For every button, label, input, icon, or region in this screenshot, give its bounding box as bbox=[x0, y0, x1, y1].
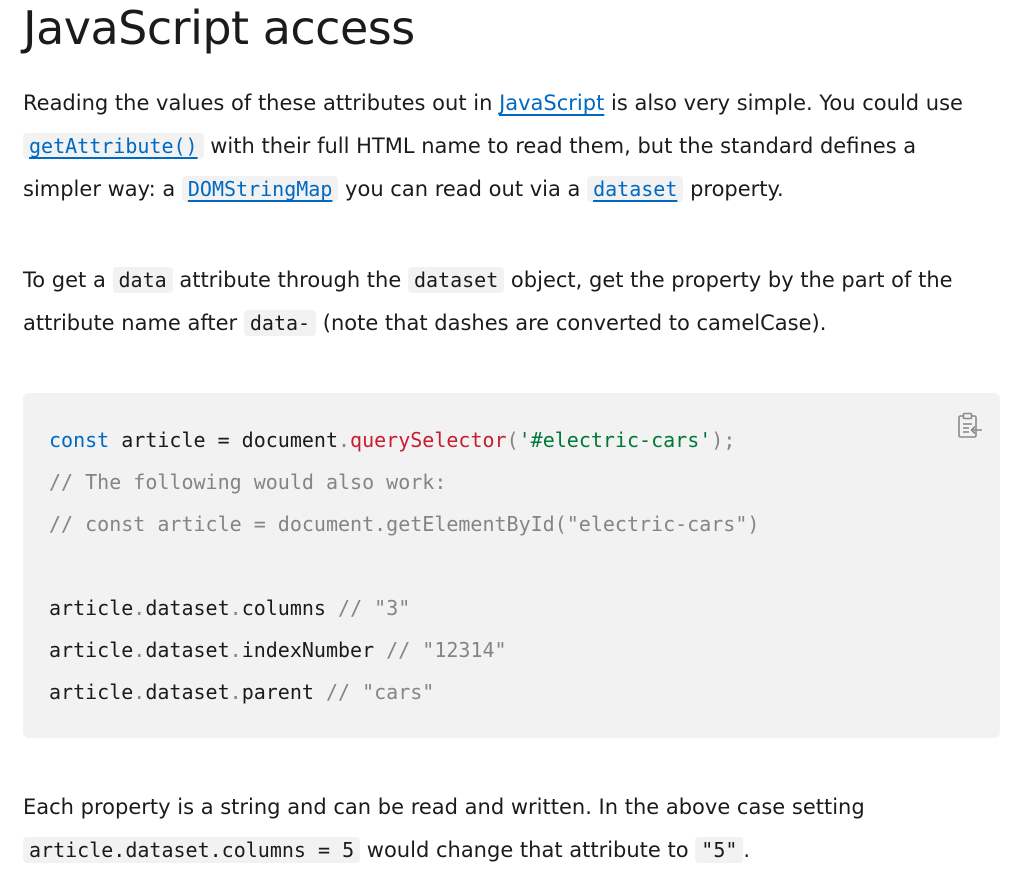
clipboard-copy-icon bbox=[958, 412, 982, 438]
dataset-link[interactable]: dataset bbox=[587, 176, 684, 202]
code-line-2: // The following would also work: bbox=[49, 470, 447, 494]
code-line-7: article.dataset.parent // "cars" bbox=[49, 680, 435, 704]
copy-to-clipboard-button[interactable] bbox=[956, 411, 984, 441]
text: Reading the values of these attributes o… bbox=[23, 91, 500, 115]
inline-code-data-dash: data- bbox=[243, 310, 317, 336]
paragraph-reading-values: Reading the values of these attributes o… bbox=[23, 82, 1000, 211]
paragraph-dataset-object: To get a data attribute through the data… bbox=[23, 259, 1000, 345]
paragraph-read-write: Each property is a string and can be rea… bbox=[23, 786, 1000, 872]
text: property. bbox=[683, 177, 784, 201]
text: you can read out via a bbox=[338, 177, 588, 201]
text: is also very simple. You could use bbox=[604, 91, 963, 115]
code-listing: const article = document.querySelector('… bbox=[49, 419, 974, 713]
text: would change that attribute to bbox=[360, 838, 696, 862]
code-line-6: article.dataset.indexNumber // "12314" bbox=[49, 638, 507, 662]
getattribute-link[interactable]: getAttribute() bbox=[23, 133, 204, 159]
article-content: JavaScript access Reading the values of … bbox=[23, 0, 1000, 872]
text: Each property is a string and can be rea… bbox=[23, 795, 865, 819]
code-line-3: // const article = document.getElementBy… bbox=[49, 512, 760, 536]
inline-code-data: data bbox=[112, 267, 173, 293]
section-heading: JavaScript access bbox=[23, 1, 415, 55]
inline-code-assign: article.dataset.columns = 5 bbox=[23, 837, 361, 863]
javascript-link[interactable]: JavaScript bbox=[499, 91, 604, 115]
inline-code-dataset: dataset bbox=[407, 267, 505, 293]
code-line-5: article.dataset.columns // "3" bbox=[49, 596, 411, 620]
code-example-block: const article = document.querySelector('… bbox=[23, 393, 1000, 738]
domstringmap-link[interactable]: DOMStringMap bbox=[181, 176, 339, 202]
code-line-1: const article = document.querySelector('… bbox=[49, 428, 736, 452]
text: To get a bbox=[23, 268, 113, 292]
text: (note that dashes are converted to camel… bbox=[316, 311, 827, 335]
inline-code-five: "5" bbox=[695, 837, 744, 863]
text: attribute through the bbox=[172, 268, 408, 292]
text: . bbox=[743, 838, 751, 862]
